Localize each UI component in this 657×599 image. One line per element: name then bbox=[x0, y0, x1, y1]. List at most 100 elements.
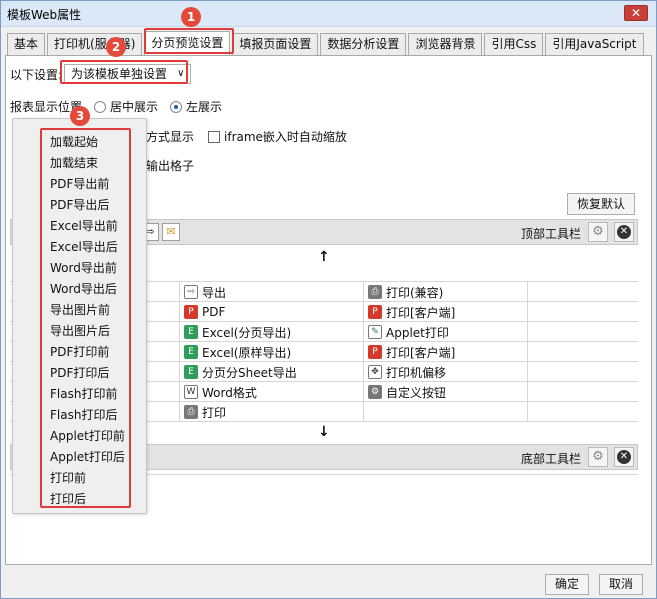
grid-cell[interactable] bbox=[528, 402, 638, 422]
grid-cell[interactable] bbox=[528, 382, 638, 402]
grid-cell-label: 导出 bbox=[202, 285, 227, 300]
annotation-badge-3: 3 bbox=[70, 106, 90, 126]
tab-basic[interactable]: 基本 bbox=[7, 33, 46, 55]
grid-cell[interactable]: ⎙ 打印(兼容) bbox=[364, 282, 528, 302]
gear-icon[interactable]: ⚙ bbox=[588, 447, 608, 467]
radio-center[interactable] bbox=[94, 100, 107, 113]
setting-scope-label: 以下设置: bbox=[10, 67, 63, 82]
window-title: 模板Web属性 bbox=[7, 8, 82, 22]
grid-cell[interactable]: ⚙ 自定义按钮 bbox=[364, 382, 528, 402]
list-item[interactable]: PDF导出后 bbox=[50, 196, 109, 213]
gear-icon[interactable]: ⚙ bbox=[588, 222, 608, 242]
grid-cell[interactable] bbox=[528, 322, 638, 342]
grid-cell-label: 打印[客户端] bbox=[386, 305, 456, 320]
list-item[interactable]: PDF打印前 bbox=[50, 343, 109, 360]
list-item[interactable]: Applet打印后 bbox=[50, 448, 125, 465]
list-item[interactable]: PDF打印后 bbox=[50, 364, 109, 381]
grid-cell[interactable]: P 打印[客户端] bbox=[364, 302, 528, 322]
grid-cell[interactable]: ✎ Applet打印 bbox=[364, 322, 528, 342]
radio-left-label: 左展示 bbox=[186, 100, 223, 114]
list-item[interactable]: Flash打印后 bbox=[50, 406, 117, 423]
list-item[interactable]: 导出图片后 bbox=[50, 322, 110, 339]
delete-icon[interactable]: ✕ bbox=[614, 222, 634, 242]
output-cell-row: 输出格子 bbox=[146, 157, 194, 174]
grid-cell[interactable] bbox=[528, 342, 638, 362]
grid-cell[interactable] bbox=[364, 402, 528, 422]
grid-cell[interactable] bbox=[528, 302, 638, 322]
grid-cell-label: 打印 bbox=[202, 405, 227, 420]
list-item[interactable]: Flash打印前 bbox=[50, 385, 117, 402]
grid-cell[interactable]: E 分页分Sheet导出 bbox=[180, 362, 364, 382]
excel-icon: E bbox=[184, 345, 198, 359]
grid-cell-label: Excel(分页导出) bbox=[202, 325, 292, 340]
arrow-down-icon[interactable]: ↓ bbox=[318, 424, 330, 440]
list-item[interactable]: Word导出后 bbox=[50, 280, 117, 297]
close-button[interactable]: ✕ bbox=[624, 5, 648, 21]
event-list: 加载起始 加载结束 PDF导出前 PDF导出后 Excel导出前 Excel导出… bbox=[40, 128, 131, 508]
highlight-select-box bbox=[60, 60, 188, 84]
grid-cell[interactable] bbox=[528, 282, 638, 302]
list-item[interactable]: Excel导出后 bbox=[50, 238, 118, 255]
excel-icon: E bbox=[184, 325, 198, 339]
printer-icon: ⎙ bbox=[184, 405, 198, 419]
list-item[interactable]: 加载起始 bbox=[50, 133, 98, 150]
ok-button[interactable]: 确定 bbox=[545, 574, 589, 595]
grid-cell-label: 分页分Sheet导出 bbox=[202, 365, 297, 380]
grid-cell-label: Word格式 bbox=[202, 385, 257, 400]
grid-cell[interactable]: P 打印[客户端] bbox=[364, 342, 528, 362]
iframe-scale-checkbox[interactable] bbox=[208, 130, 221, 143]
tab-browser-background[interactable]: 浏览器背景 bbox=[408, 33, 483, 55]
radio-left[interactable] bbox=[170, 100, 183, 113]
display-mode-row: 方式显示 iframe嵌入时自动缩放 bbox=[146, 128, 347, 145]
email-icon[interactable]: ✉ bbox=[162, 223, 180, 241]
grid-cell[interactable]: P PDF bbox=[180, 302, 364, 322]
arrow-up-icon[interactable]: ↑ bbox=[318, 249, 330, 265]
cancel-button[interactable]: 取消 bbox=[599, 574, 643, 595]
list-item[interactable]: 导出图片前 bbox=[50, 301, 110, 318]
annotation-badge-2: 2 bbox=[106, 37, 126, 57]
move-icon: ✥ bbox=[368, 365, 382, 379]
tab-fill-page[interactable]: 填报页面设置 bbox=[232, 33, 319, 55]
title-bar: 模板Web属性 ✕ bbox=[1, 1, 656, 27]
top-toolbar-label: 顶部工具栏 bbox=[521, 227, 582, 241]
list-item[interactable]: 加载结束 bbox=[50, 154, 98, 171]
grid-cell-label: PDF bbox=[202, 305, 226, 319]
tab-data-analysis[interactable]: 数据分析设置 bbox=[320, 33, 407, 55]
list-item[interactable]: Word导出前 bbox=[50, 259, 117, 276]
printer-icon: ⎙ bbox=[368, 285, 382, 299]
tab-import-css[interactable]: 引用Css bbox=[484, 33, 544, 55]
grid-cell[interactable]: ⎙ 打印 bbox=[180, 402, 364, 422]
gear-icon: ⚙ bbox=[368, 385, 382, 399]
export-icon: ⇨ bbox=[184, 285, 198, 299]
tab-import-javascript[interactable]: 引用JavaScript bbox=[545, 33, 644, 55]
bottom-toolbar-label: 底部工具栏 bbox=[521, 452, 582, 466]
grid-cell[interactable]: W Word格式 bbox=[180, 382, 364, 402]
list-item[interactable]: 打印前 bbox=[50, 469, 86, 486]
grid-cell[interactable]: E Excel(原样导出) bbox=[180, 342, 364, 362]
grid-cell-label: 自定义按钮 bbox=[386, 385, 447, 400]
grid-cell[interactable]: ⇨ 导出 bbox=[180, 282, 364, 302]
grid-cell[interactable]: ✥ 打印机偏移 bbox=[364, 362, 528, 382]
list-item[interactable]: Applet打印前 bbox=[50, 427, 125, 444]
applet-icon: ✎ bbox=[368, 325, 382, 339]
grid-cell[interactable] bbox=[528, 362, 638, 382]
grid-cell[interactable]: E Excel(分页导出) bbox=[180, 322, 364, 342]
show-mode-label: 方式显示 bbox=[146, 130, 195, 144]
list-item[interactable]: 打印后 bbox=[50, 490, 86, 507]
grid-cell-label: Applet打印 bbox=[386, 325, 449, 340]
output-cell-label: 输出格子 bbox=[146, 159, 195, 173]
position-row: 报表显示位置 居中展示 左展示 bbox=[10, 98, 222, 115]
delete-icon[interactable]: ✕ bbox=[614, 447, 634, 467]
list-item[interactable]: Excel导出前 bbox=[50, 217, 118, 234]
tab-printer-server[interactable]: 打印机(服务器) bbox=[47, 33, 143, 55]
list-item[interactable]: PDF导出前 bbox=[50, 175, 109, 192]
pdf-icon: P bbox=[368, 305, 382, 319]
restore-default-button[interactable]: 恢复默认 bbox=[567, 193, 635, 215]
tab-bar: 基本 打印机(服务器) 分页预览设置 填报页面设置 数据分析设置 浏览器背景 引… bbox=[7, 31, 646, 55]
iframe-scale-label: iframe嵌入时自动缩放 bbox=[224, 130, 347, 144]
grid-cell-label: 打印(兼容) bbox=[386, 285, 444, 300]
grid-cell-label: Excel(原样导出) bbox=[202, 345, 292, 360]
grid-cell-label: 打印机偏移 bbox=[386, 365, 447, 380]
pdf-icon: P bbox=[184, 305, 198, 319]
highlight-tab-box bbox=[144, 28, 234, 54]
